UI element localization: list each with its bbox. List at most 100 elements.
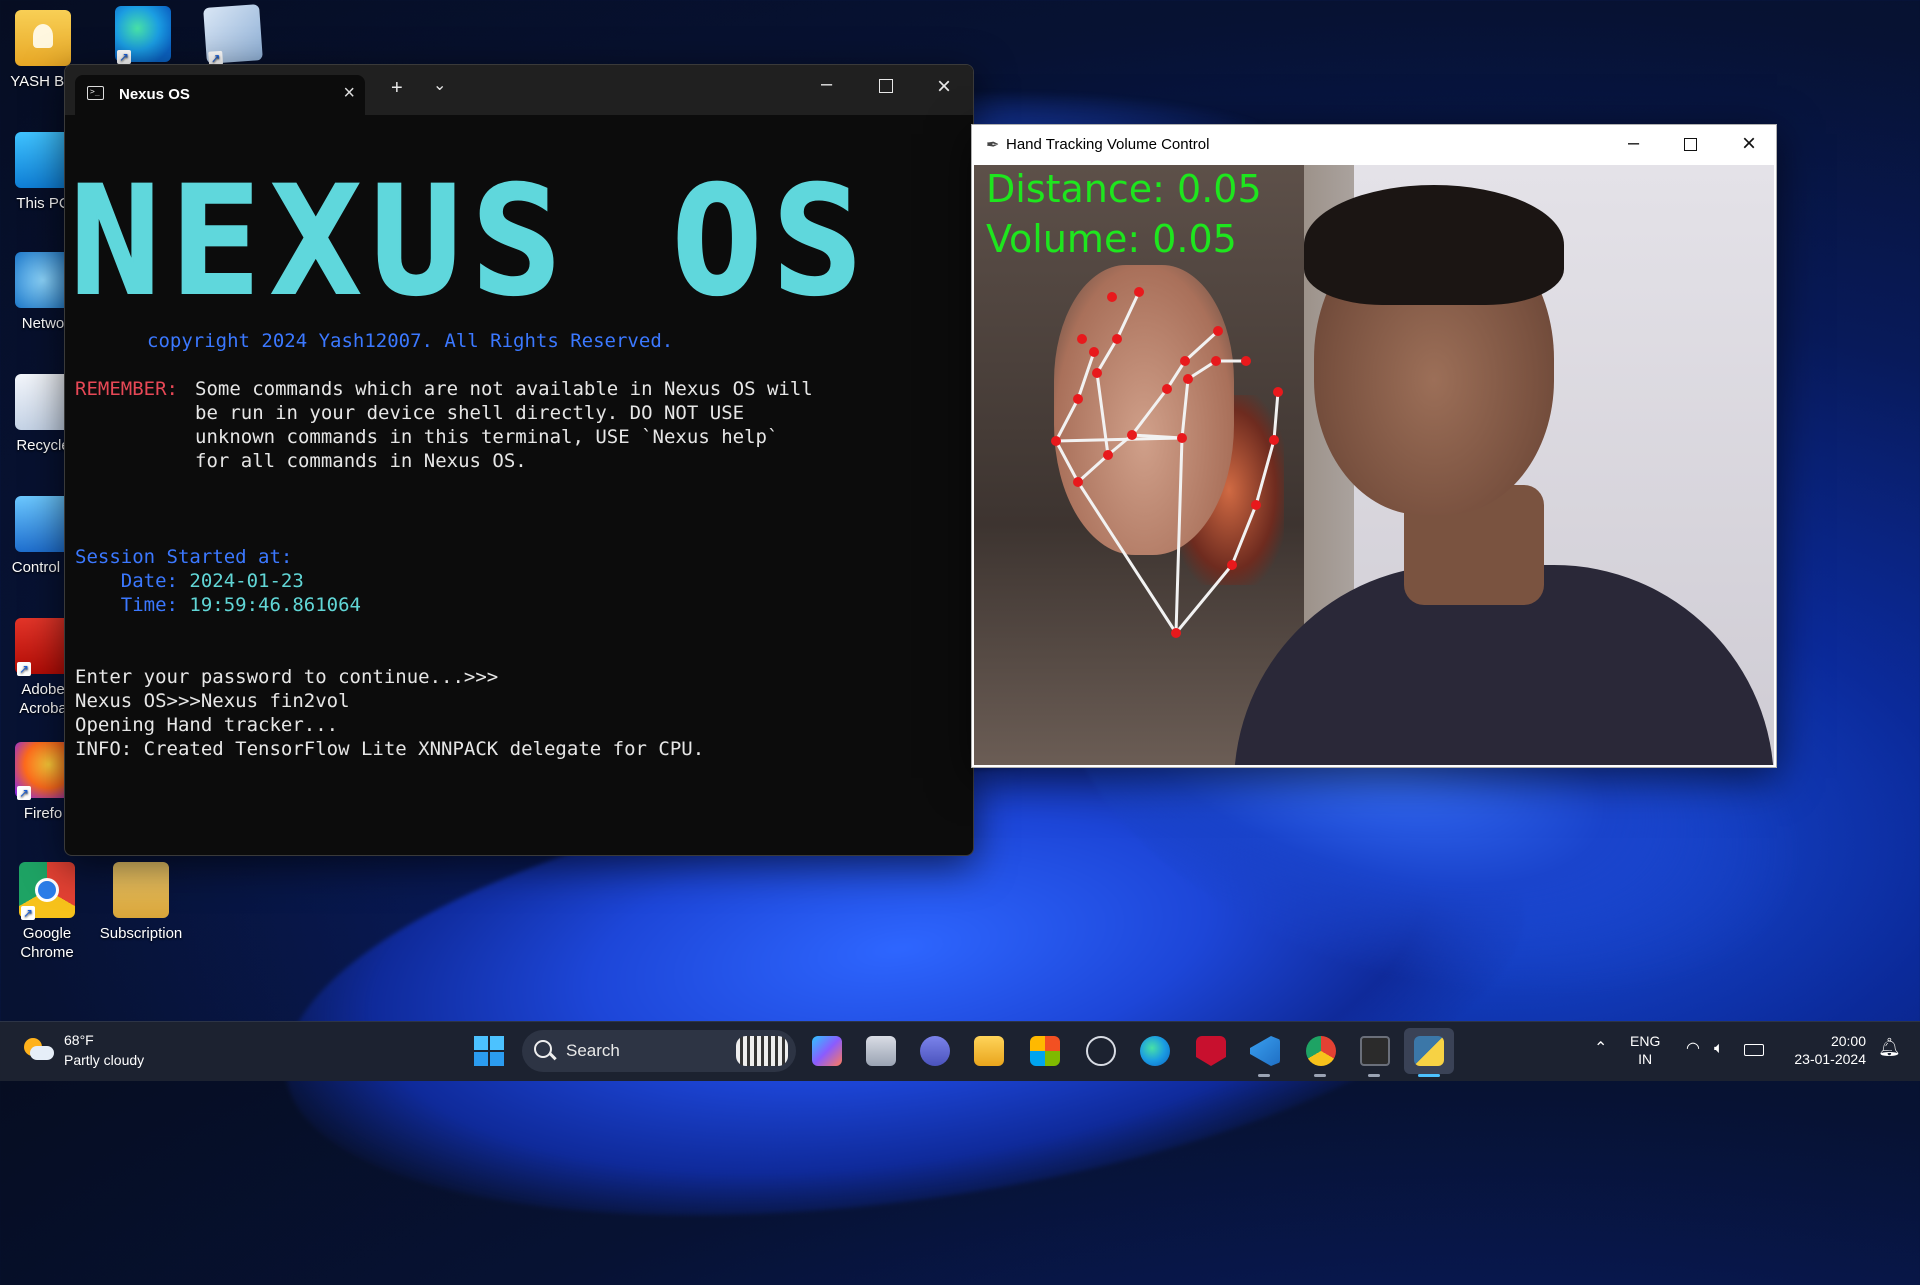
terminal-taskbar-icon[interactable] (1360, 1036, 1390, 1066)
remember-label: REMEMBER: (75, 378, 178, 400)
terminal-content[interactable]: NEXUS OS copyright 2024 Yash12007. All R… (65, 115, 973, 855)
tab-dropdown-chevron-icon[interactable]: ⌄ (433, 75, 446, 95)
running-indicator (1368, 1074, 1380, 1077)
virtualbox-icon: ↗ (203, 4, 263, 66)
computer-icon (15, 132, 71, 188)
maximize-button[interactable] (1684, 138, 1697, 151)
time-line: Time: 19:59:46.861064 (75, 593, 361, 617)
taskbar: 68°F Partly cloudy Search ⌃ ENG IN ◠ 🔈︎ … (0, 1021, 1920, 1081)
copyright-line: copyright 2024 Yash12007. All Rights Res… (147, 330, 674, 352)
thumb-connections (1054, 351, 1178, 634)
running-indicator (1314, 1074, 1326, 1077)
running-indicator (1258, 1074, 1270, 1077)
palm-connection (1055, 436, 1183, 443)
close-button[interactable]: × (937, 73, 951, 101)
pinky-connections (1174, 391, 1280, 638)
python-icon (1414, 1036, 1444, 1066)
desktop-icon-label: Subscription (99, 925, 183, 942)
hand-tracking-window[interactable]: ✒ Hand Tracking Volume Control – × Dista… (971, 124, 1777, 768)
tab-close-icon[interactable]: × (343, 82, 355, 105)
task-view-icon[interactable] (866, 1036, 896, 1066)
notification-bell-icon[interactable]: 🔔︎ (1878, 1038, 1901, 1056)
user-folder-icon (15, 10, 71, 66)
minimize-button[interactable]: – (821, 73, 832, 96)
desktop-icon-label: Google Chrome (20, 925, 74, 961)
copilot-icon[interactable] (812, 1036, 842, 1066)
search-highlight-zebra-icon (736, 1036, 788, 1066)
terminal-icon: >_ (87, 86, 104, 100)
desktop-icon-subscription[interactable]: Subscription (98, 862, 184, 943)
microsoft-store-icon[interactable] (1030, 1036, 1060, 1066)
chrome-icon: ↗ (19, 862, 75, 920)
session-label: Session Started at: (75, 546, 293, 568)
output-line: INFO: Created TensorFlow Lite XNNPACK de… (75, 738, 705, 760)
desktop-icon-virtualbox[interactable]: ↗ (190, 4, 276, 68)
terminal-tab[interactable]: >_ Nexus OS × (75, 75, 365, 115)
search-icon (534, 1040, 552, 1058)
shortcut-arrow-icon: ↗ (17, 786, 31, 800)
new-tab-button[interactable]: + (391, 77, 403, 100)
wifi-icon[interactable]: ◠ (1686, 1040, 1700, 1058)
date-line: Date: 2024-01-23 (75, 569, 304, 593)
network-icon (15, 252, 71, 308)
folder-icon (113, 862, 169, 918)
language-code: ENG (1630, 1033, 1661, 1049)
middle-connections (1131, 359, 1246, 440)
terminal-titlebar[interactable]: >_ Nexus OS × + ⌄ – × (65, 65, 973, 115)
volume-readout: Volume: 0.05 (986, 217, 1237, 261)
volume-icon[interactable]: 🔈︎ (1714, 1040, 1724, 1058)
feather-icon: ✒ (986, 137, 1000, 154)
mcafee-icon[interactable] (1196, 1036, 1226, 1066)
vscode-icon[interactable] (1250, 1036, 1280, 1066)
region-code: IN (1638, 1051, 1653, 1067)
shortcut-arrow-icon: ↗ (117, 50, 131, 64)
output-line: Enter your password to continue...>>> (75, 666, 499, 688)
python-taskbar-button[interactable] (1404, 1028, 1454, 1074)
output-line: Opening Hand tracker... (75, 714, 339, 736)
close-button[interactable]: × (1742, 130, 1756, 158)
remember-line: be run in your device shell directly. DO… (195, 402, 745, 424)
time-value: 19:59:46.861064 (189, 594, 361, 616)
edge-taskbar-icon[interactable] (1140, 1036, 1170, 1066)
clock-date: 23-01-2024 (1794, 1051, 1866, 1067)
recycle-bin-icon (15, 374, 71, 430)
edge-icon: ↗ (115, 6, 171, 64)
dell-icon[interactable] (1086, 1036, 1116, 1066)
file-explorer-icon[interactable] (974, 1036, 1004, 1066)
landmark-points (1051, 287, 1283, 638)
terminal-window[interactable]: >_ Nexus OS × + ⌄ – × NEXUS OS copyright… (64, 64, 974, 856)
firefox-icon: ↗ (15, 742, 71, 800)
remember-line: for all commands in Nexus OS. (195, 450, 527, 472)
clock[interactable]: 20:00 23-01-2024 (1782, 1032, 1866, 1068)
language-indicator[interactable]: ENG IN (1630, 1032, 1660, 1068)
hand-window-titlebar[interactable]: ✒ Hand Tracking Volume Control – × (972, 125, 1776, 165)
taskbar-search[interactable]: Search (522, 1030, 796, 1072)
time-label: Time: (75, 594, 190, 616)
desktop-icon-chrome[interactable]: ↗ Google Chrome (4, 862, 90, 962)
hand-window-title: Hand Tracking Volume Control (1006, 136, 1210, 153)
weather-description: Partly cloudy (64, 1052, 145, 1068)
index-connections (1076, 329, 1220, 484)
weather-temperature: 68°F (64, 1032, 94, 1048)
output-line: Nexus OS>>>Nexus fin2vol (75, 690, 350, 712)
start-button[interactable] (474, 1036, 504, 1066)
date-value: 2024-01-23 (189, 570, 304, 592)
distance-readout: Distance: 0.05 (986, 167, 1262, 211)
minimize-button[interactable]: – (1628, 132, 1639, 155)
search-label: Search (566, 1041, 620, 1060)
tab-title: Nexus OS (119, 86, 190, 103)
date-label: Date: (75, 570, 190, 592)
battery-icon[interactable] (1744, 1044, 1764, 1056)
clock-time: 20:00 (1830, 1033, 1866, 1049)
active-indicator (1418, 1074, 1440, 1077)
webcam-feed: Distance: 0.05 Volume: 0.05 (974, 165, 1774, 765)
windows-logo-icon (474, 1036, 504, 1066)
nexus-banner: NEXUS OS (69, 155, 873, 329)
maximize-button[interactable] (879, 79, 893, 93)
remember-line: unknown commands in this terminal, USE `… (195, 426, 779, 448)
teams-chat-icon[interactable] (920, 1036, 950, 1066)
chrome-taskbar-icon[interactable] (1306, 1036, 1336, 1066)
desktop-icon-edge[interactable]: ↗ (100, 6, 186, 68)
acrobat-icon: ↗ (15, 618, 71, 676)
show-hidden-icons-chevron-icon[interactable]: ⌃ (1594, 1040, 1607, 1058)
